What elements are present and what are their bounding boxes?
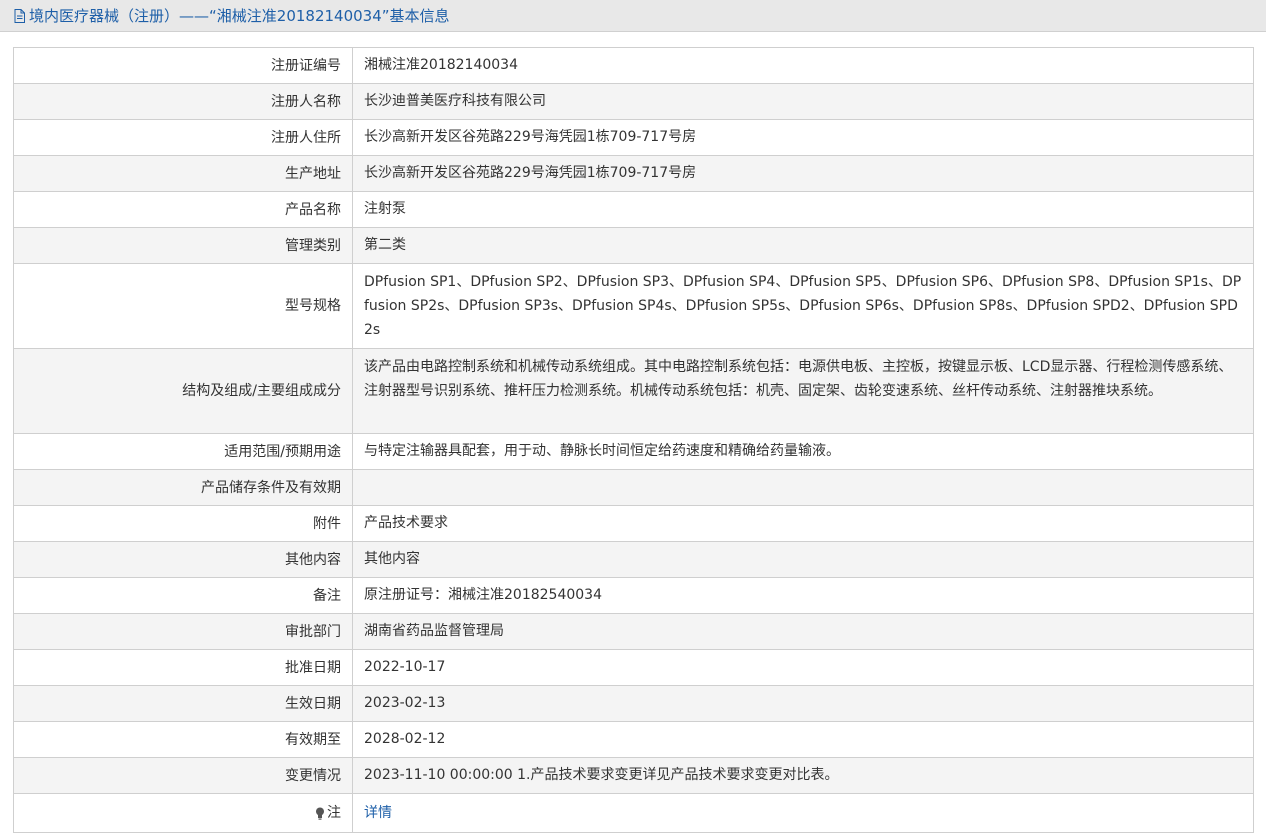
row-value: 长沙高新开发区谷苑路229号海凭园1栋709-717号房	[353, 120, 1254, 155]
row-label: 管理类别	[14, 228, 353, 263]
table-row: 注册人名称 长沙迪普美医疗科技有限公司	[14, 84, 1254, 120]
table-row: 注册证编号 湘械注准20182140034	[14, 48, 1254, 84]
row-value: 注射泵	[353, 192, 1254, 227]
row-label: 有效期至	[14, 722, 353, 757]
row-label: 变更情况	[14, 758, 353, 793]
table-row: 其他内容 其他内容	[14, 542, 1254, 578]
row-label: 注册人名称	[14, 84, 353, 119]
row-value: 2023-02-13	[353, 686, 1254, 721]
row-value: 2023-11-10 00:00:00 1.产品技术要求变更详见产品技术要求变更…	[353, 758, 1254, 793]
table-row: 批准日期 2022-10-17	[14, 650, 1254, 686]
row-label: 型号规格	[14, 264, 353, 348]
details-link[interactable]: 详情	[364, 805, 392, 821]
table-row: 产品储存条件及有效期	[14, 470, 1254, 506]
page-title: 境内医疗器械（注册）——“湘械注准20182140034”基本信息	[29, 7, 450, 25]
row-label: 附件	[14, 506, 353, 541]
note-label: 注	[14, 794, 353, 832]
row-value: 湖南省药品监督管理局	[353, 614, 1254, 649]
row-value: 其他内容	[353, 542, 1254, 577]
note-value: 详情	[353, 794, 1254, 832]
row-value: 原注册证号：湘械注准20182540034	[353, 578, 1254, 613]
row-label: 批准日期	[14, 650, 353, 685]
document-icon	[14, 8, 25, 23]
row-label: 适用范围/预期用途	[14, 434, 353, 469]
table-row: 有效期至 2028-02-12	[14, 722, 1254, 758]
table-row: 产品名称 注射泵	[14, 192, 1254, 228]
row-value: 该产品由电路控制系统和机械传动系统组成。其中电路控制系统包括：电源供电板、主控板…	[353, 349, 1254, 433]
row-value: 第二类	[353, 228, 1254, 263]
row-value: DPfusion SP1、DPfusion SP2、DPfusion SP3、D…	[353, 264, 1254, 348]
table-row: 型号规格 DPfusion SP1、DPfusion SP2、DPfusion S…	[14, 264, 1254, 349]
table-row: 管理类别 第二类	[14, 228, 1254, 264]
row-value: 湘械注准20182140034	[353, 48, 1254, 83]
note-label-text: 注	[327, 805, 341, 821]
row-value: 2028-02-12	[353, 722, 1254, 757]
table-row: 附件 产品技术要求	[14, 506, 1254, 542]
row-label: 备注	[14, 578, 353, 613]
table-row: 变更情况 2023-11-10 00:00:00 1.产品技术要求变更详见产品技术…	[14, 758, 1254, 794]
row-label: 产品名称	[14, 192, 353, 227]
row-label: 审批部门	[14, 614, 353, 649]
row-value: 长沙迪普美医疗科技有限公司	[353, 84, 1254, 119]
table-row: 审批部门 湖南省药品监督管理局	[14, 614, 1254, 650]
row-value: 长沙高新开发区谷苑路229号海凭园1栋709-717号房	[353, 156, 1254, 191]
row-value: 2022-10-17	[353, 650, 1254, 685]
row-label: 生产地址	[14, 156, 353, 191]
table-row: 注册人住所 长沙高新开发区谷苑路229号海凭园1栋709-717号房	[14, 120, 1254, 156]
lightbulb-icon	[316, 807, 324, 820]
note-row: 注 详情	[14, 794, 1254, 833]
table-row: 生效日期 2023-02-13	[14, 686, 1254, 722]
row-label: 注册人住所	[14, 120, 353, 155]
row-label: 结构及组成/主要组成成分	[14, 349, 353, 433]
row-value: 产品技术要求	[353, 506, 1254, 541]
row-label: 其他内容	[14, 542, 353, 577]
table-row: 适用范围/预期用途 与特定注输器具配套，用于动、静脉长时间恒定给药速度和精确给药量…	[14, 434, 1254, 470]
row-label: 生效日期	[14, 686, 353, 721]
info-table: 注册证编号 湘械注准20182140034 注册人名称 长沙迪普美医疗科技有限公司 注册…	[13, 47, 1254, 833]
row-label: 注册证编号	[14, 48, 353, 83]
table-row: 备注 原注册证号：湘械注准20182540034	[14, 578, 1254, 614]
table-row: 结构及组成/主要组成成分 该产品由电路控制系统和机械传动系统组成。其中电路控制系统…	[14, 349, 1254, 434]
row-value	[353, 470, 1254, 505]
page-header: 境内医疗器械（注册）——“湘械注准20182140034”基本信息	[0, 0, 1266, 32]
table-row: 生产地址 长沙高新开发区谷苑路229号海凭园1栋709-717号房	[14, 156, 1254, 192]
row-label: 产品储存条件及有效期	[14, 470, 353, 505]
row-value: 与特定注输器具配套，用于动、静脉长时间恒定给药速度和精确给药量输液。	[353, 434, 1254, 469]
